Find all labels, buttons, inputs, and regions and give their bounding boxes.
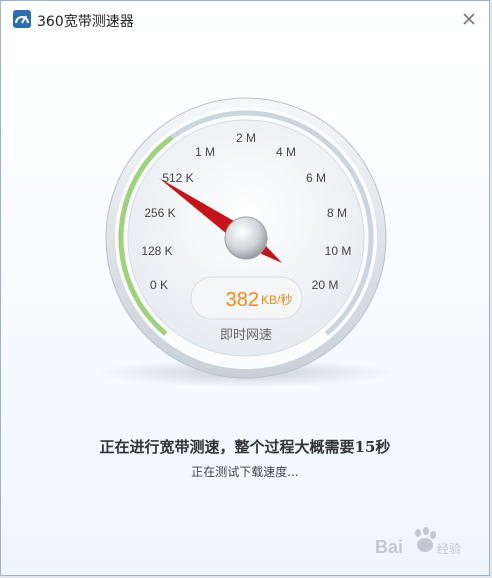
scale-label-2m: 2 M <box>236 131 256 145</box>
status-headline: 正在进行宽带测速，整个过程大概需要15秒 <box>99 438 391 456</box>
svg-text:经验: 经验 <box>437 541 461 556</box>
speed-value: 382 <box>226 289 259 311</box>
scale-label-256k: 256 K <box>144 206 175 220</box>
scale-label-6m: 6 M <box>306 171 326 185</box>
svg-text:Bai: Bai <box>375 537 403 557</box>
speed-gauge: 0 K 128 K 256 K 512 K 1 M 2 M 4 M 6 M 8 … <box>96 97 396 387</box>
speed-unit: KB/秒 <box>261 293 292 307</box>
scale-label-0k: 0 K <box>150 278 168 292</box>
scale-label-10m: 10 M <box>325 244 352 258</box>
scale-label-1m: 1 M <box>195 145 215 159</box>
baidu-watermark-logo: Bai 经验 <box>375 527 461 557</box>
scale-label-20m: 20 M <box>312 278 339 292</box>
status-detail: 正在测试下载速度... <box>191 465 299 479</box>
scale-label-8m: 8 M <box>327 206 347 220</box>
scale-label-4m: 4 M <box>276 145 296 159</box>
needle-hub <box>224 216 268 260</box>
app-window: 360宽带测速器 0 K 128 K 256 K 512 K 1 M 2 M 4… <box>0 0 490 576</box>
gauge-caption: 即时网速 <box>220 328 272 343</box>
scale-label-128k: 128 K <box>141 244 172 258</box>
